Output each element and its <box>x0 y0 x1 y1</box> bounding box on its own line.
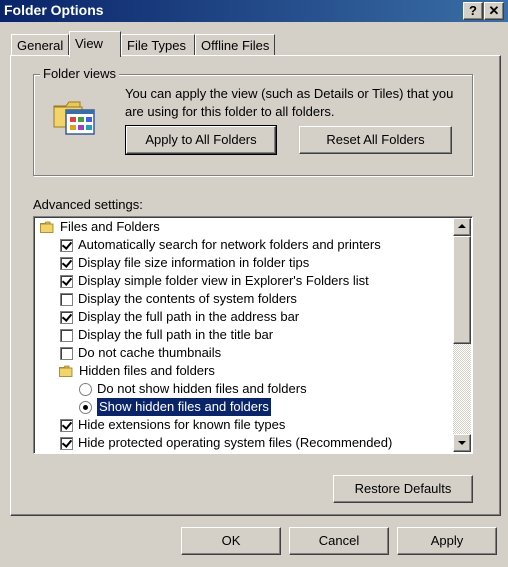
tab-general-label: General <box>17 38 64 53</box>
checkbox-row[interactable]: Display simple folder view in Explorer's… <box>34 272 452 290</box>
checkbox-row[interactable]: Automatically search for network folders… <box>34 236 452 254</box>
tab-offline-files[interactable]: Offline Files <box>195 34 275 56</box>
reset-all-folders-button[interactable]: Reset All Folders <box>299 126 452 154</box>
setting-label: Do not cache thumbnails <box>78 345 222 360</box>
checkbox[interactable] <box>60 239 73 252</box>
setting-label: Display simple folder view in Explorer's… <box>78 273 369 288</box>
folder-icon <box>59 365 73 377</box>
apply-label: Apply <box>430 533 464 548</box>
checkbox[interactable] <box>60 329 73 342</box>
tab-offline-files-label: Offline Files <box>201 38 270 53</box>
tab-file-types-label: File Types <box>127 38 187 53</box>
folder-views-description: You can apply the view (such as Details … <box>125 86 454 119</box>
setting-label: Do not show hidden files and folders <box>97 381 307 396</box>
reset-all-folders-label: Reset All Folders <box>326 132 425 147</box>
setting-label: Display the full path in the title bar <box>78 327 274 342</box>
checkbox-row[interactable]: Hide extensions for known file types <box>34 416 452 434</box>
tab-general[interactable]: General <box>11 34 69 56</box>
ok-label: OK <box>221 533 241 548</box>
apply-button[interactable]: Apply <box>397 527 497 555</box>
radio-button[interactable] <box>79 383 92 396</box>
vertical-scrollbar[interactable] <box>453 218 471 452</box>
setting-label: Display the full path in the address bar <box>78 309 300 324</box>
advanced-settings-list[interactable]: Files and Folders Automatically search fo… <box>33 216 473 454</box>
restore-defaults-button[interactable]: Restore Defaults <box>333 475 473 503</box>
setting-label: Display the contents of system folders <box>78 291 297 306</box>
help-button[interactable]: ? <box>463 2 483 20</box>
checkbox[interactable] <box>60 293 73 306</box>
folder-icon <box>40 221 54 233</box>
cancel-label: Cancel <box>318 533 360 548</box>
setting-label: Files and Folders <box>60 219 160 234</box>
close-button[interactable]: ✕ <box>484 2 504 20</box>
tab-view-label: View <box>75 36 103 51</box>
close-icon: ✕ <box>488 3 500 18</box>
scroll-thumb[interactable] <box>453 236 471 344</box>
checkbox-row[interactable]: Display the full path in the address bar <box>34 308 452 326</box>
checkbox[interactable] <box>60 275 73 288</box>
checkbox-row[interactable]: Hide protected operating system files (R… <box>34 434 452 452</box>
checkbox[interactable] <box>60 347 73 360</box>
checkbox-row[interactable]: Do not cache thumbnails <box>34 344 452 362</box>
checkbox[interactable] <box>60 257 73 270</box>
tree-folder-item: Hidden files and folders <box>34 362 452 380</box>
checkbox-row[interactable]: Display the full path in the title bar <box>34 326 452 344</box>
folder-views-icon <box>53 101 95 135</box>
radio-button[interactable] <box>79 401 92 414</box>
title-bar: Folder Options ? ✕ <box>0 0 508 22</box>
arrow-down-icon <box>458 441 466 445</box>
radio-option-row[interactable]: Show hidden files and folders <box>34 398 452 416</box>
advanced-settings-label: Advanced settings: <box>33 197 143 212</box>
tab-file-types[interactable]: File Types <box>121 34 195 56</box>
apply-to-all-folders-label: Apply to All Folders <box>145 132 257 147</box>
checkbox-row[interactable]: Display the contents of system folders <box>34 290 452 308</box>
radio-option-row[interactable]: Do not show hidden files and folders <box>34 380 452 398</box>
setting-label: Hidden files and folders <box>79 363 215 378</box>
arrow-up-icon <box>458 224 466 228</box>
tree-folder-item: Files and Folders <box>34 218 452 236</box>
setting-label: Hide protected operating system files (R… <box>78 435 393 450</box>
setting-label: Automatically search for network folders… <box>78 237 381 252</box>
window-title: Folder Options <box>4 2 104 18</box>
setting-label: Display file size information in folder … <box>78 255 310 270</box>
help-icon: ? <box>469 3 477 18</box>
checkbox[interactable] <box>60 419 73 432</box>
checkbox[interactable] <box>60 311 73 324</box>
scroll-up-button[interactable] <box>453 218 471 236</box>
setting-label: Show hidden files and folders <box>97 398 271 416</box>
checkbox[interactable] <box>60 437 73 450</box>
ok-button[interactable]: OK <box>181 527 281 555</box>
scroll-down-button[interactable] <box>453 434 471 452</box>
checkbox-row[interactable]: Display file size information in folder … <box>34 254 452 272</box>
cancel-button[interactable]: Cancel <box>289 527 389 555</box>
setting-label: Hide extensions for known file types <box>78 417 286 432</box>
restore-defaults-label: Restore Defaults <box>354 481 452 496</box>
apply-to-all-folders-button[interactable]: Apply to All Folders <box>125 125 277 155</box>
tab-view[interactable]: View <box>69 31 121 57</box>
folder-views-legend: Folder views <box>40 66 119 81</box>
